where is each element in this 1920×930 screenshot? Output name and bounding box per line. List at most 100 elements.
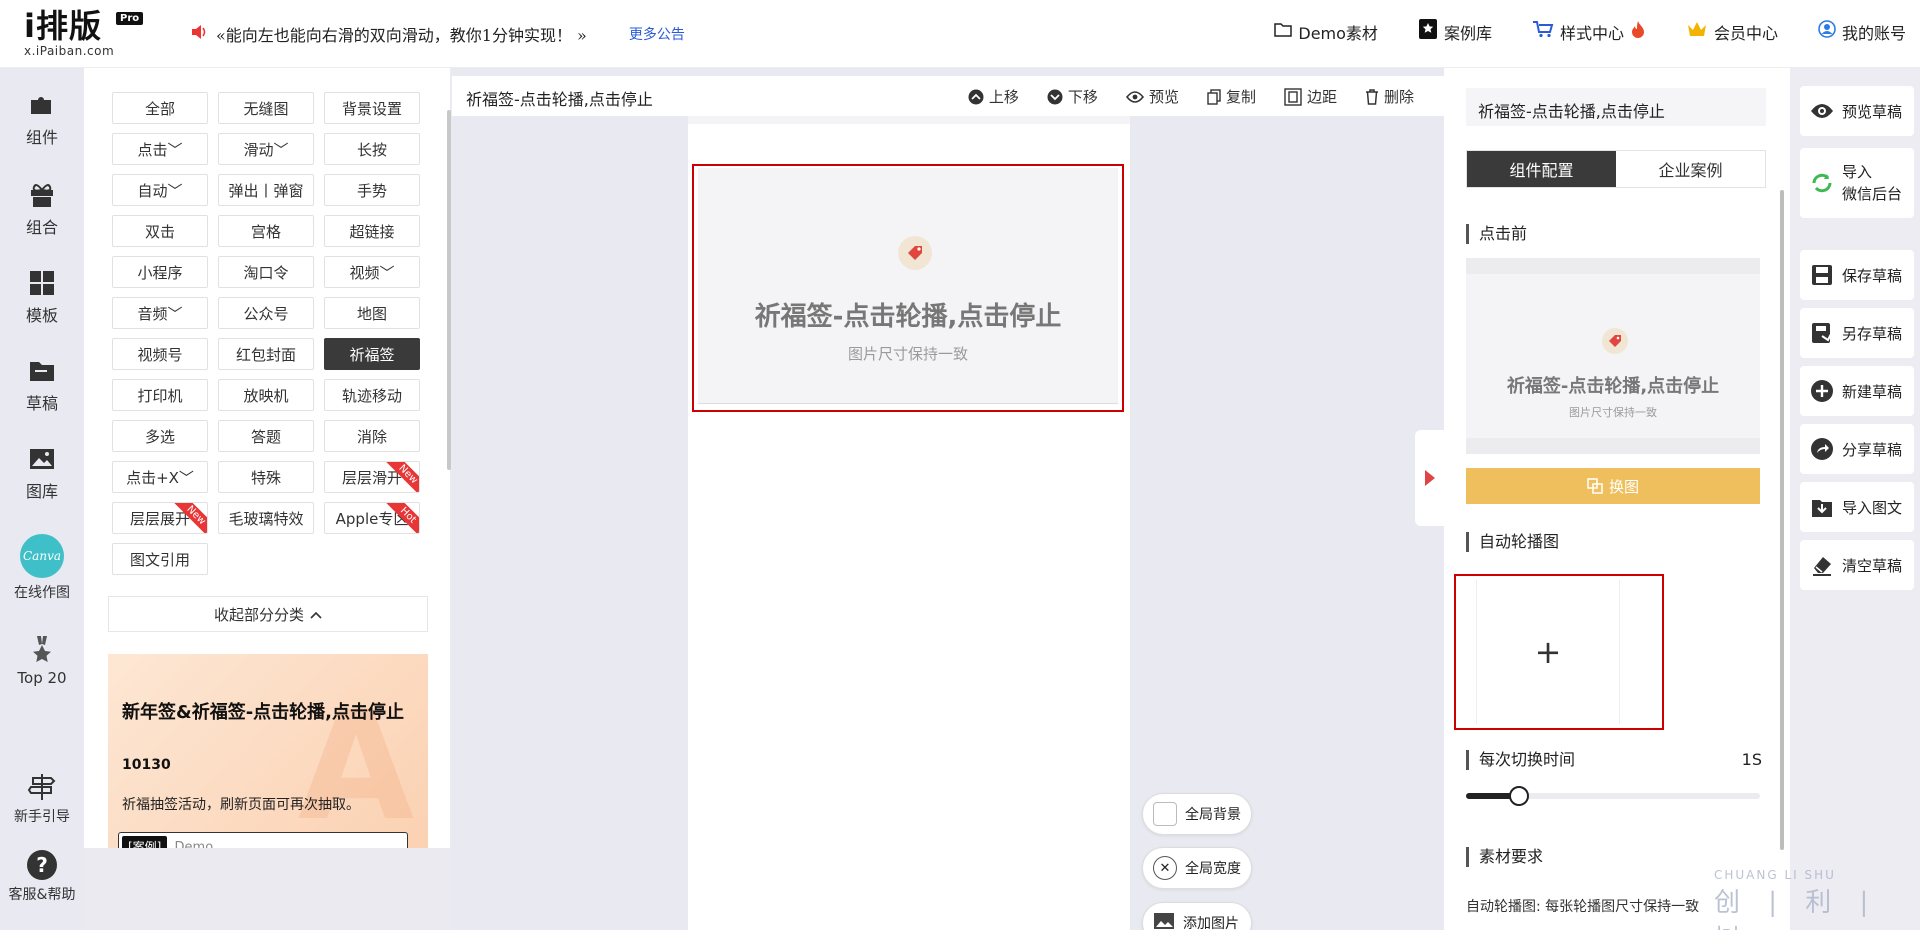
category-button[interactable]: 多选 bbox=[112, 420, 208, 452]
category-button[interactable]: 宫格 bbox=[218, 215, 314, 247]
nav-member-center[interactable]: 会员中心 bbox=[1686, 20, 1778, 44]
delete-button[interactable]: 删除 bbox=[1365, 86, 1414, 107]
category-button[interactable]: 层层滑开 New bbox=[324, 461, 420, 493]
nav-style-center[interactable]: 样式中心 bbox=[1532, 20, 1646, 44]
share-draft-button[interactable]: 分享草稿 bbox=[1800, 424, 1914, 474]
logo[interactable]: i排版 Pro x.iPaiban.com bbox=[24, 8, 144, 60]
category-button[interactable]: 弹出丨弹窗 bbox=[218, 174, 314, 206]
before-click-preview[interactable]: 祈福签-点击轮播,点击停止 图片尺寸保持一致 bbox=[1466, 258, 1760, 454]
category-button[interactable]: 手势 bbox=[324, 174, 420, 206]
carousel-image-uploader[interactable]: + bbox=[1454, 574, 1664, 730]
import-article-button[interactable]: 导入图文 bbox=[1800, 482, 1914, 532]
save-as-icon bbox=[1812, 323, 1833, 343]
category-button[interactable]: 音频﹀ bbox=[112, 297, 208, 329]
selected-lottery-component[interactable]: 祈福签-点击轮播,点击停止 图片尺寸保持一致 bbox=[692, 164, 1124, 412]
slider-knob[interactable] bbox=[1508, 786, 1529, 806]
category-button[interactable]: 视频﹀ bbox=[324, 256, 420, 288]
clear-draft-button[interactable]: 清空草稿 bbox=[1800, 540, 1914, 590]
category-button[interactable]: 背景设置 bbox=[324, 92, 420, 124]
sidebar-item-canva[interactable]: Canva 在线作图 bbox=[0, 534, 84, 602]
category-button[interactable]: 滑动﹀ bbox=[218, 133, 314, 165]
category-button[interactable]: 轨迹移动 bbox=[324, 379, 420, 411]
category-button[interactable]: 祈福签 bbox=[324, 338, 420, 370]
tab-enterprise-cases[interactable]: 企业案例 bbox=[1616, 151, 1765, 187]
action-label-line1: 导入 bbox=[1842, 163, 1873, 181]
add-image-button[interactable]: 添加图片 bbox=[1142, 902, 1252, 930]
category-button[interactable]: 答题 bbox=[218, 420, 314, 452]
category-button[interactable]: 特殊 bbox=[218, 461, 314, 493]
move-up-button[interactable]: 上移 bbox=[968, 86, 1019, 107]
category-button[interactable]: 长按 bbox=[324, 133, 420, 165]
save-as-draft-button[interactable]: 另存草稿 bbox=[1800, 308, 1914, 358]
move-down-button[interactable]: 下移 bbox=[1047, 86, 1098, 107]
interval-slider[interactable] bbox=[1466, 786, 1760, 806]
toggle-config-panel[interactable] bbox=[1415, 430, 1445, 526]
announcement-text[interactable]: «能向左也能向右滑的双向滑动，教你1分钟实现！ » bbox=[216, 22, 587, 46]
sidebar-item-label: 新手引导 bbox=[14, 809, 70, 825]
category-button[interactable]: 点击+X﹀ bbox=[112, 461, 208, 493]
category-button[interactable]: 层层展开 New bbox=[112, 502, 208, 534]
promo-demo-input[interactable]: [案例] Demo bbox=[118, 832, 408, 848]
category-button[interactable]: 无缝图 bbox=[218, 92, 314, 124]
promo-description: 祈福抽签活动，刷新页面可再次抽取。 bbox=[122, 797, 360, 813]
category-button[interactable]: 超链接 bbox=[324, 215, 420, 247]
category-button[interactable]: 消除 bbox=[324, 420, 420, 452]
category-button[interactable]: 双击 bbox=[112, 215, 208, 247]
sidebar-item-drafts[interactable]: 草稿 bbox=[0, 356, 84, 414]
category-button[interactable]: 淘口令 bbox=[218, 256, 314, 288]
sidebar-item-templates[interactable]: 模板 bbox=[0, 268, 84, 326]
signpost-icon bbox=[27, 774, 56, 800]
nav-my-account[interactable]: 我的账号 bbox=[1818, 20, 1906, 44]
folder-icon bbox=[1274, 21, 1293, 42]
section-auto-carousel: 自动轮播图 bbox=[1466, 532, 1559, 552]
category-button[interactable]: 公众号 bbox=[218, 297, 314, 329]
category-button[interactable]: 地图 bbox=[324, 297, 420, 329]
category-label: 点击﹀ bbox=[137, 140, 183, 159]
component-toolbar: 祈福签-点击轮播,点击停止 上移 下移 预览 复制 边距 删除 bbox=[452, 76, 1444, 116]
sidebar-item-components[interactable]: 组件 bbox=[0, 90, 84, 148]
copy-button[interactable]: 复制 bbox=[1207, 86, 1256, 107]
category-label: 宫格 bbox=[250, 222, 281, 241]
tab-component-config[interactable]: 组件配置 bbox=[1467, 151, 1616, 187]
promo-card[interactable]: A 新年签&祈福签-点击轮播,点击停止 10130 祈福抽签活动，刷新页面可再次… bbox=[108, 654, 428, 848]
sidebar-item-beginner-guide[interactable]: 新手引导 bbox=[0, 772, 84, 826]
eye-icon bbox=[1811, 104, 1833, 118]
swap-image-button[interactable]: 换图 bbox=[1466, 468, 1760, 504]
sidebar-item-gallery[interactable]: 图库 bbox=[0, 444, 84, 502]
more-announcements-link[interactable]: 更多公告 bbox=[629, 24, 685, 44]
pro-badge: Pro bbox=[116, 12, 144, 25]
sidebar-item-help[interactable]: ? 客服&帮助 bbox=[0, 850, 84, 904]
global-width-button[interactable]: ✕ 全局宽度 bbox=[1142, 847, 1252, 889]
category-button[interactable]: 红包封面 bbox=[218, 338, 314, 370]
nav-case-library[interactable]: 案例库 bbox=[1418, 18, 1492, 45]
config-panel-scrollbar[interactable] bbox=[1780, 190, 1784, 850]
category-button[interactable]: 小程序 bbox=[112, 256, 208, 288]
action-label: 分享草稿 bbox=[1842, 440, 1903, 459]
category-label: 音频﹀ bbox=[137, 304, 183, 323]
preview-draft-button[interactable]: 预览草稿 bbox=[1800, 86, 1914, 136]
save-draft-button[interactable]: 保存草稿 bbox=[1800, 250, 1914, 300]
copy-icon bbox=[1207, 88, 1221, 105]
category-button[interactable]: 自动﹀ bbox=[112, 174, 208, 206]
category-button[interactable]: 点击﹀ bbox=[112, 133, 208, 165]
category-button[interactable]: 打印机 bbox=[112, 379, 208, 411]
import-wechat-button[interactable]: 导入 微信后台 bbox=[1800, 148, 1914, 218]
nav-demo-materials[interactable]: Demo素材 bbox=[1274, 20, 1378, 44]
sidebar-item-combos[interactable]: 组合 bbox=[0, 180, 84, 238]
requirement-label: 自动轮播图: bbox=[1466, 899, 1541, 915]
global-background-button[interactable]: 全局背景 bbox=[1142, 793, 1252, 835]
category-button[interactable]: 全部 bbox=[112, 92, 208, 124]
category-button[interactable]: 放映机 bbox=[218, 379, 314, 411]
sidebar-item-top20[interactable]: Top 20 bbox=[0, 634, 84, 687]
category-button[interactable]: 毛玻璃特效 bbox=[218, 502, 314, 534]
component-panel-scrollbar[interactable] bbox=[447, 110, 451, 470]
collapse-categories-button[interactable]: 收起部分分类 bbox=[108, 596, 428, 632]
margin-button[interactable]: 边距 bbox=[1284, 86, 1337, 107]
preview-button[interactable]: 预览 bbox=[1125, 86, 1179, 107]
category-label: 消除 bbox=[356, 427, 387, 446]
tool-label: 边距 bbox=[1306, 88, 1337, 106]
category-button[interactable]: 图文引用 bbox=[112, 543, 208, 575]
category-button[interactable]: Apple专区 Hot bbox=[324, 502, 420, 534]
new-draft-button[interactable]: 新建草稿 bbox=[1800, 366, 1914, 416]
category-button[interactable]: 视频号 bbox=[112, 338, 208, 370]
